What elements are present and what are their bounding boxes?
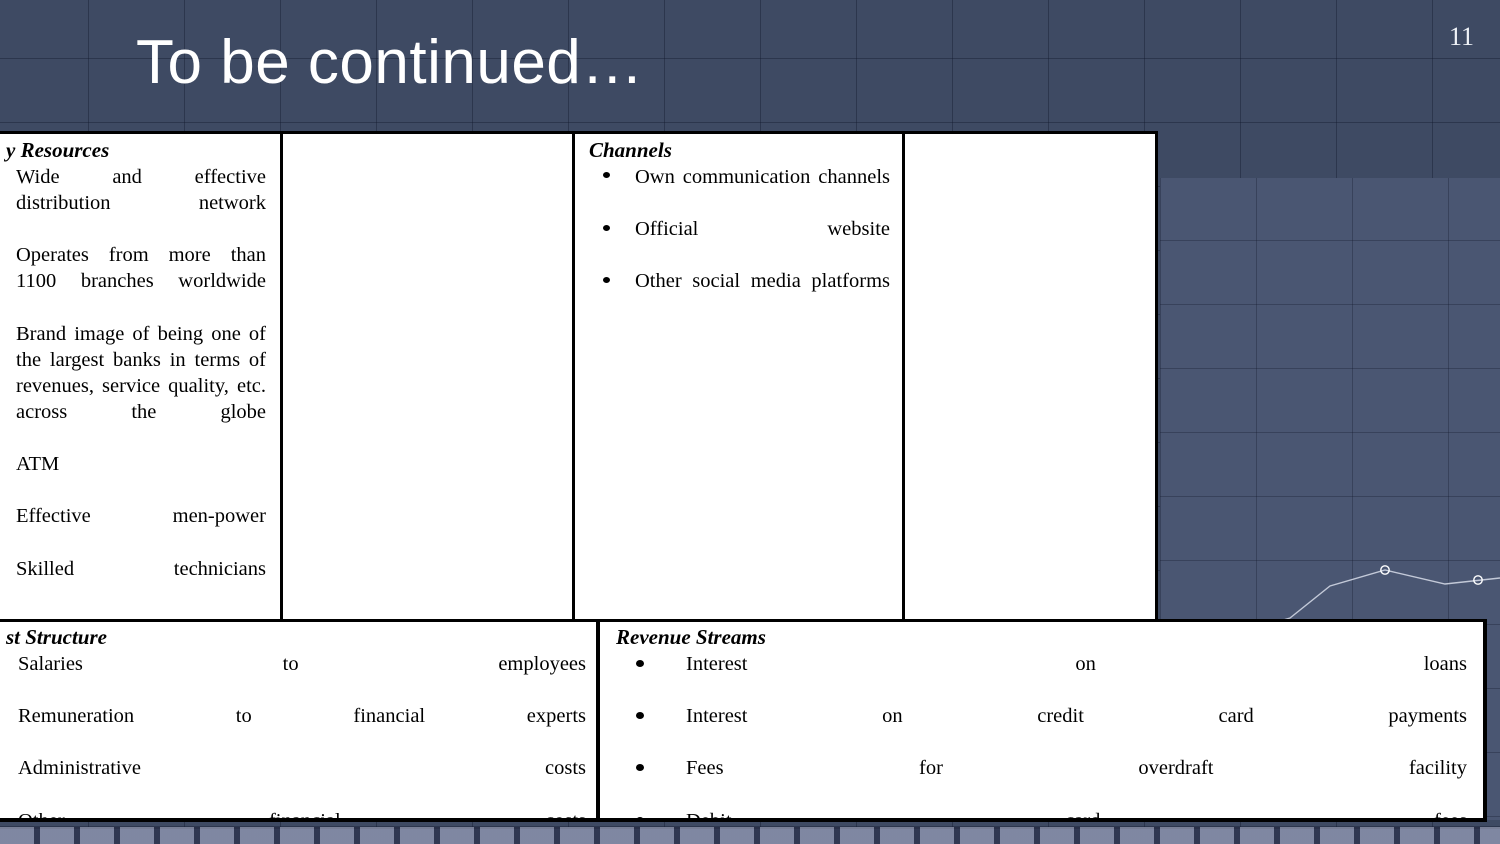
list-item: Brand image of being one of the largest … [6,321,266,452]
page-number: 11 [1448,22,1474,51]
block-key-resources: y Resources Wide and effective distribut… [0,134,283,619]
block-cost-structure: st Structure Salaries to employees Remun… [0,622,600,818]
key-resources-list: Wide and effective distribution network … [6,164,266,608]
list-item: Official website [589,216,890,268]
list-item: Interest on loans [616,651,1467,703]
list-item: Other financial costs [6,808,586,818]
bottom-band-stripes [0,827,1500,844]
bullet-icon [636,764,644,772]
list-item: Salaries to employees [6,651,586,703]
list-item: Fees for overdraft facility [616,755,1467,807]
list-item: Interest on credit card payments [616,703,1467,755]
cost-structure-list: Salaries to employees Remuneration to fi… [6,651,586,818]
list-item-text: Administrative costs [18,757,586,780]
bullet-icon [603,276,610,283]
block-blank-right [905,134,1155,619]
list-item-text: Official website [635,218,890,241]
bullet-icon [603,172,610,179]
list-item-text: Effective men-power [16,505,266,528]
block-blank-left [283,134,575,619]
list-item-text: Fees for overdraft facility [686,757,1467,780]
list-item: Remuneration to financial experts [6,703,586,755]
list-item: Debit card fees [616,808,1467,818]
list-item-text: Other social media platforms [635,270,890,293]
list-item: Other social media platforms [589,268,890,320]
list-item: Operates from more than 1100 branches wo… [6,242,266,320]
bullet-icon [636,816,644,818]
list-item: Administrative costs [6,755,586,807]
list-item-text: Other financial costs [18,810,586,818]
list-item-text: Operates from more than 1100 branches wo… [16,244,266,293]
upper-canvas-row: y Resources Wide and effective distribut… [0,131,1158,622]
list-item-text: Remuneration to financial experts [18,705,586,728]
bullet-icon [636,659,644,667]
slide-title: To be continued… [136,28,644,97]
key-resources-heading: y Resources [6,138,110,162]
lower-canvas-row: st Structure Salaries to employees Remun… [0,619,1487,822]
list-item-text: Interest on loans [686,652,1467,675]
slide-canvas: To be continued… 11 y Resources Wide and… [0,0,1500,844]
list-item: Own communication channels [589,164,890,216]
list-item-text: Interest on credit card payments [686,705,1467,728]
list-item: Effective men-power [6,503,266,555]
list-item: Skilled technicians [6,556,266,608]
list-item-text: ATM [16,453,60,476]
bottom-decorative-band [0,827,1500,844]
list-item: ATM [6,451,266,503]
block-channels: Channels Own communication channels Offi… [575,134,905,619]
list-item-text: Debit card fees [686,810,1467,818]
bullet-icon [636,712,644,720]
list-item-text: Wide and effective distribution network [16,165,266,214]
channels-list: Own communication channels Official webs… [589,164,890,321]
cost-structure-heading: st Structure [6,625,107,649]
revenue-streams-heading: Revenue Streams [616,625,766,649]
list-item-text: Salaries to employees [18,652,586,675]
channels-heading: Channels [589,138,672,162]
bullet-icon [603,224,610,231]
list-item-text: Brand image of being one of the largest … [16,322,266,423]
list-item-text: Skilled technicians [16,557,266,580]
revenue-streams-list: Interest on loans Interest on credit car… [616,651,1467,818]
list-item: Wide and effective distribution network [6,164,266,242]
list-item-text: Own communication channels [635,165,890,188]
block-revenue-streams: Revenue Streams Interest on loans Intere… [600,622,1483,818]
